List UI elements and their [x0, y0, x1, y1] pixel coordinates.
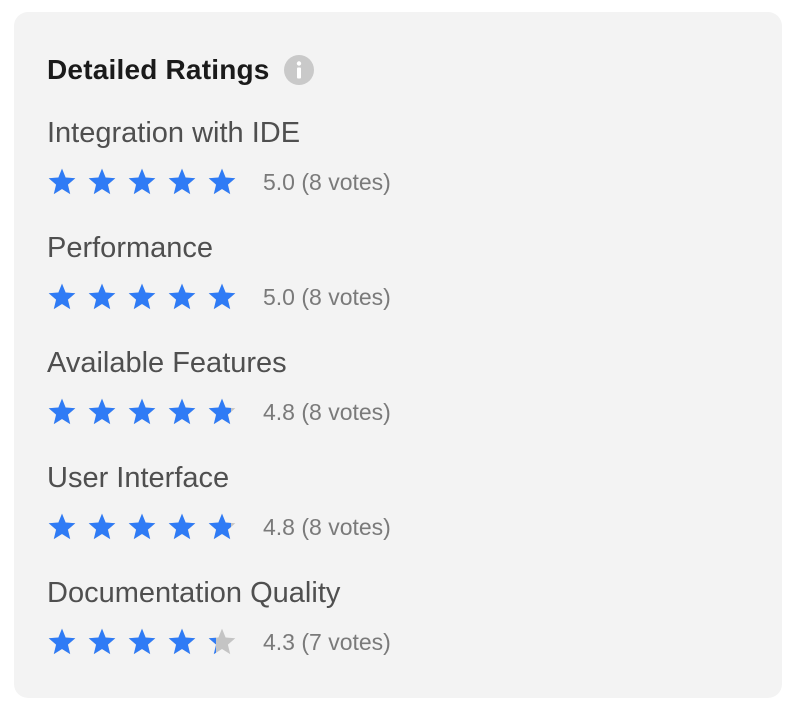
- star-icon: [168, 398, 196, 425]
- star-rating: [47, 512, 247, 542]
- rating-line: 4.8 (8 votes): [47, 510, 391, 544]
- rating-label: User Interface: [47, 462, 230, 494]
- rating-label: Performance: [47, 232, 214, 264]
- star-icon: [88, 398, 116, 425]
- star-icon: [168, 283, 196, 310]
- rating-line: 5.0 (8 votes): [47, 280, 391, 314]
- star-icon: [88, 283, 116, 310]
- rating-line: 5.0 (8 votes): [47, 165, 391, 199]
- star-icon: [88, 168, 116, 195]
- info-icon[interactable]: [283, 55, 314, 85]
- star-rating: [47, 282, 247, 312]
- card-header: Detailed Ratings: [47, 50, 314, 90]
- star-icon: [48, 513, 76, 540]
- star-icon: [48, 283, 76, 310]
- rating-value: 5.0 (8 votes): [263, 168, 391, 195]
- rating-available-features: Available Features 4.8 (8 votes): [47, 344, 391, 429]
- star-rating: [47, 167, 247, 197]
- rating-label: Documentation Quality: [47, 577, 341, 609]
- star-icon: [128, 628, 156, 655]
- card-title: Detailed Ratings: [47, 54, 270, 85]
- star-icon: [168, 168, 196, 195]
- star-icon: [48, 398, 76, 425]
- rating-documentation-quality: Documentation Quality 4.3 (7 votes): [47, 574, 391, 659]
- star-icon: [88, 513, 116, 540]
- star-icon: [208, 628, 236, 655]
- star-icon: [208, 168, 236, 195]
- star-icon: [48, 628, 76, 655]
- star-icon: [88, 628, 116, 655]
- rating-performance: Performance 5.0 (8 votes): [47, 229, 391, 314]
- star-icon: [128, 283, 156, 310]
- star-rating: [47, 627, 247, 657]
- star-icon: [48, 168, 76, 195]
- rating-label: Available Features: [47, 347, 287, 379]
- star-icon: [168, 628, 196, 655]
- star-icon: [208, 283, 236, 310]
- rating-line: 4.8 (8 votes): [47, 395, 391, 429]
- star-icon: [208, 513, 236, 540]
- rating-label: Integration with IDE: [47, 117, 301, 149]
- info-glyph: [296, 61, 301, 79]
- rating-integration-with-ide: Integration with IDE 5.0 (8 votes): [47, 114, 391, 199]
- detailed-ratings-card: Detailed Ratings Integration with IDE 5.…: [14, 12, 782, 698]
- rating-value: 4.8 (8 votes): [263, 398, 391, 425]
- star-icon: [168, 513, 196, 540]
- rating-value: 5.0 (8 votes): [263, 283, 391, 310]
- rating-user-interface: User Interface 4.8 (8 votes): [47, 459, 391, 544]
- star-icon: [208, 398, 236, 425]
- rating-line: 4.3 (7 votes): [47, 625, 391, 659]
- star-icon: [128, 398, 156, 425]
- rating-value: 4.3 (7 votes): [263, 628, 391, 655]
- star-rating: [47, 397, 247, 427]
- star-icon: [128, 168, 156, 195]
- rating-value: 4.8 (8 votes): [263, 513, 391, 540]
- star-icon: [128, 513, 156, 540]
